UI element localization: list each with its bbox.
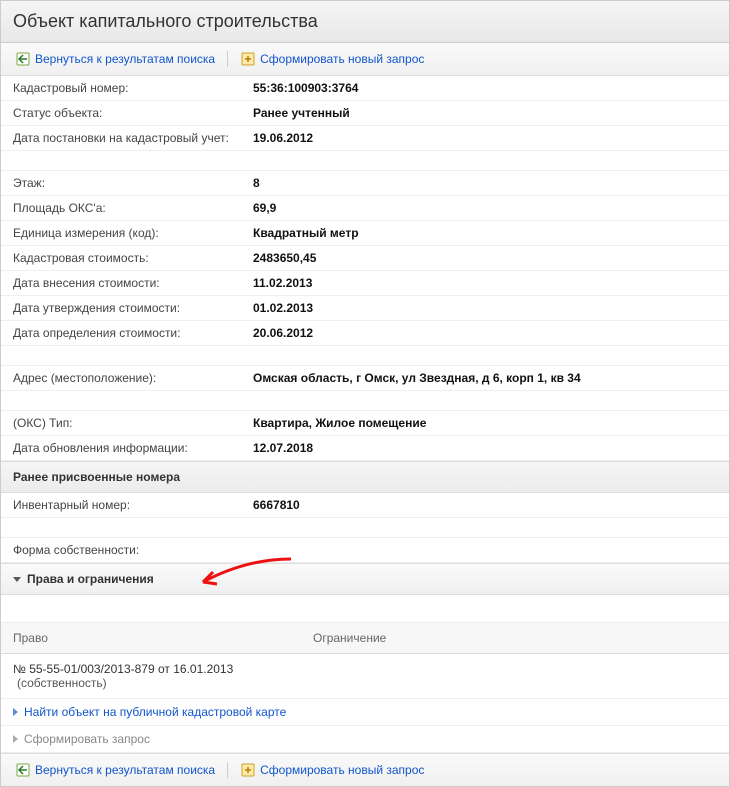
label-cadastral-number: Кадастровый номер:: [13, 81, 253, 95]
label-oks-type: (ОКС) Тип:: [13, 416, 253, 430]
new-query-label-bottom: Сформировать новый запрос: [260, 763, 424, 777]
field-status: Статус объекта: Ранее учтенный: [1, 101, 729, 126]
label-cadastral-value: Кадастровая стоимость:: [13, 251, 253, 265]
page-title: Объект капитального строительства: [13, 11, 717, 32]
back-to-results-button[interactable]: Вернуться к результатам поиска: [11, 49, 219, 69]
content-area: Кадастровый номер: 55:36:100903:3764 Ста…: [1, 76, 729, 786]
rights-record-sub: (собственность): [13, 676, 717, 690]
rights-table-header: Право Ограничение: [1, 623, 729, 654]
value-cadastral-number: 55:36:100903:3764: [253, 81, 358, 95]
new-query-label: Сформировать новый запрос: [260, 52, 424, 66]
field-unit: Единица измерения (код): Квадратный метр: [1, 221, 729, 246]
col-restriction: Ограничение: [313, 631, 717, 645]
value-info-updated: 12.07.2018: [253, 441, 313, 455]
chevron-right-icon: [13, 735, 18, 743]
value-value-entered-date: 11.02.2013: [253, 276, 312, 290]
label-info-updated: Дата обновления информации:: [13, 441, 253, 455]
label-value-determined-date: Дата определения стоимости:: [13, 326, 253, 340]
label-unit: Единица измерения (код):: [13, 226, 253, 240]
find-on-map-label: Найти объект на публичной кадастровой ка…: [24, 705, 286, 719]
back-label-bottom: Вернуться к результатам поиска: [35, 763, 215, 777]
field-address: Адрес (местоположение): Омская область, …: [1, 366, 729, 391]
rights-record: № 55-55-01/003/2013-879 от 16.01.2013 (с…: [1, 654, 729, 699]
section-rights-label: Права и ограничения: [27, 572, 154, 586]
value-area: 69,9: [253, 201, 276, 215]
field-oks-type: (ОКС) Тип: Квартира, Жилое помещение: [1, 411, 729, 436]
field-inventory: Инвентарный номер: 6667810: [1, 493, 729, 518]
new-query-icon: [240, 51, 256, 67]
toolbar-separator: [227, 762, 228, 778]
chevron-down-icon: [13, 577, 21, 582]
value-unit: Квадратный метр: [253, 226, 359, 240]
spacer: [1, 346, 729, 366]
rights-record-text: № 55-55-01/003/2013-879 от 16.01.2013: [13, 662, 717, 676]
value-reg-date: 19.06.2012: [253, 131, 313, 145]
label-ownership-form: Форма собственности:: [13, 543, 253, 557]
section-rights[interactable]: Права и ограничения: [1, 563, 729, 595]
field-value-approved-date: Дата утверждения стоимости: 01.02.2013: [1, 296, 729, 321]
back-label: Вернуться к результатам поиска: [35, 52, 215, 66]
spacer: [1, 595, 729, 623]
toolbar-top: Вернуться к результатам поиска Сформиров…: [1, 43, 729, 76]
chevron-right-icon: [13, 708, 18, 716]
panel-header: Объект капитального строительства: [1, 1, 729, 43]
new-query-button-bottom[interactable]: Сформировать новый запрос: [236, 760, 428, 780]
value-oks-type: Квартира, Жилое помещение: [253, 416, 426, 430]
label-inventory: Инвентарный номер:: [13, 498, 253, 512]
label-value-entered-date: Дата внесения стоимости:: [13, 276, 253, 290]
back-to-results-button-bottom[interactable]: Вернуться к результатам поиска: [11, 760, 219, 780]
field-area: Площадь ОКС'a: 69,9: [1, 196, 729, 221]
label-floor: Этаж:: [13, 176, 253, 190]
back-icon: [15, 51, 31, 67]
new-query-button[interactable]: Сформировать новый запрос: [236, 49, 428, 69]
toolbar-bottom: Вернуться к результатам поиска Сформиров…: [1, 753, 729, 786]
value-address: Омская область, г Омск, ул Звездная, д 6…: [253, 371, 581, 385]
field-info-updated: Дата обновления информации: 12.07.2018: [1, 436, 729, 461]
find-on-map-link[interactable]: Найти объект на публичной кадастровой ка…: [1, 699, 729, 726]
label-value-approved-date: Дата утверждения стоимости:: [13, 301, 253, 315]
value-floor: 8: [253, 176, 260, 190]
new-query-icon: [240, 762, 256, 778]
spacer: [1, 151, 729, 171]
form-request-label: Сформировать запрос: [24, 732, 150, 746]
back-icon: [15, 762, 31, 778]
field-value-entered-date: Дата внесения стоимости: 11.02.2013: [1, 271, 729, 296]
value-value-approved-date: 01.02.2013: [253, 301, 313, 315]
spacer: [1, 391, 729, 411]
field-cadastral-number: Кадастровый номер: 55:36:100903:3764: [1, 76, 729, 101]
field-floor: Этаж: 8: [1, 171, 729, 196]
spacer: [1, 518, 729, 538]
section-prev-numbers: Ранее присвоенные номера: [1, 461, 729, 493]
label-area: Площадь ОКС'a:: [13, 201, 253, 215]
field-value-determined-date: Дата определения стоимости: 20.06.2012: [1, 321, 729, 346]
main-panel: Объект капитального строительства Вернут…: [0, 0, 730, 787]
value-cadastral-value: 2483650,45: [253, 251, 316, 265]
toolbar-separator: [227, 51, 228, 67]
field-reg-date: Дата постановки на кадастровый учет: 19.…: [1, 126, 729, 151]
label-status: Статус объекта:: [13, 106, 253, 120]
col-right: Право: [13, 631, 313, 645]
field-ownership-form: Форма собственности:: [1, 538, 729, 563]
value-status: Ранее учтенный: [253, 106, 350, 120]
field-cadastral-value: Кадастровая стоимость: 2483650,45: [1, 246, 729, 271]
form-request-link[interactable]: Сформировать запрос: [1, 726, 729, 753]
label-reg-date: Дата постановки на кадастровый учет:: [13, 131, 253, 145]
value-inventory: 6667810: [253, 498, 300, 512]
value-value-determined-date: 20.06.2012: [253, 326, 313, 340]
label-address: Адрес (местоположение):: [13, 371, 253, 385]
